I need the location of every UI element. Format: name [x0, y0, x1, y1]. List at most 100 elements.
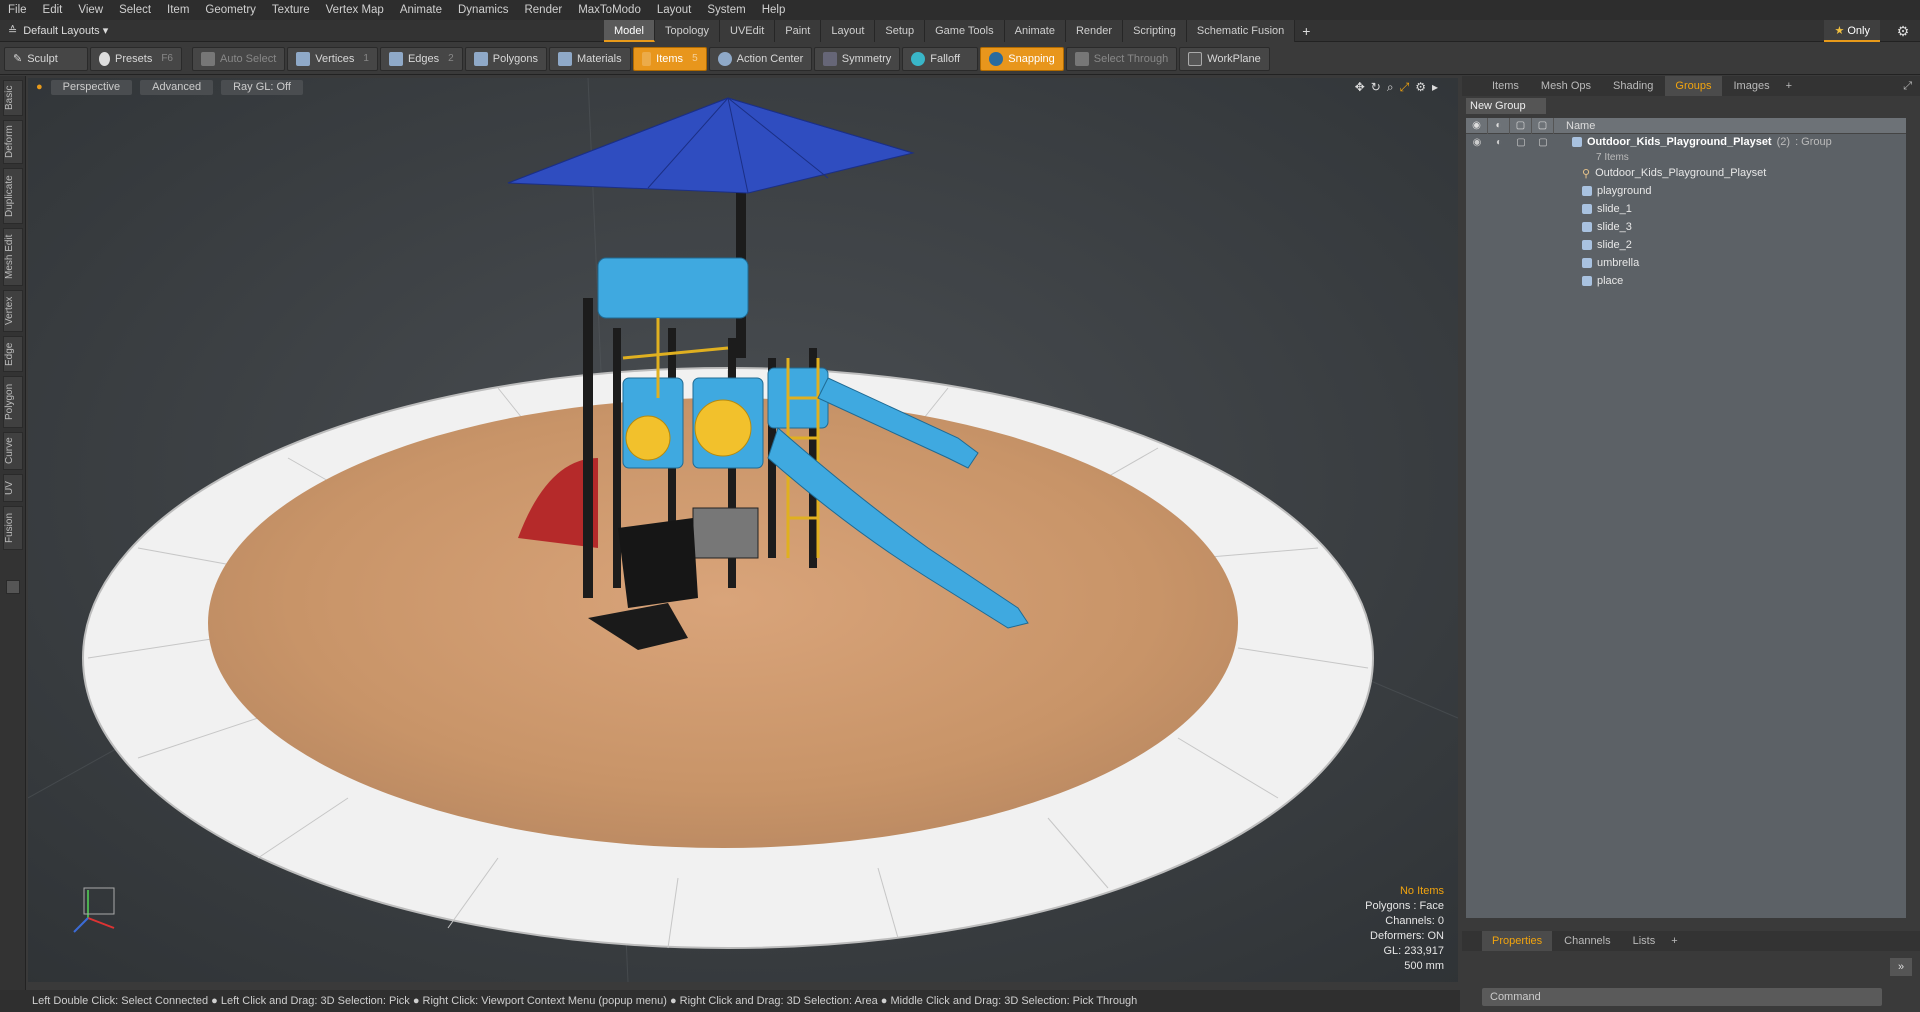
falloff-button[interactable]: Falloff [902, 46, 979, 71]
list-item[interactable]: slide_1 [1466, 200, 1906, 218]
menu-dynamics[interactable]: Dynamics [450, 0, 516, 20]
tab-game-tools[interactable]: Game Tools [925, 19, 1005, 42]
left-tab-basic[interactable]: Basic [3, 80, 23, 116]
tab-model[interactable]: Model [604, 19, 655, 42]
select-through-button[interactable]: Select Through [1065, 46, 1178, 71]
left-tab-polygon[interactable]: Polygon [3, 376, 23, 428]
list-item[interactable]: ⚲ Outdoor_Kids_Playground_Playset [1466, 164, 1906, 182]
layouts-dropdown[interactable]: Default Layouts ▾ [23, 24, 108, 37]
maximize-view-icon[interactable]: ⤢ [1400, 80, 1410, 95]
tab-lists[interactable]: Lists [1623, 931, 1666, 951]
view-more-icon[interactable]: ▸ [1432, 80, 1438, 95]
tab-images[interactable]: Images [1724, 76, 1780, 96]
tab-shading[interactable]: Shading [1603, 76, 1663, 96]
menu-view[interactable]: View [70, 0, 111, 20]
left-tab-edge[interactable]: Edge [3, 336, 23, 372]
tab-groups[interactable]: Groups [1665, 76, 1722, 96]
left-tab-curve[interactable]: Curve [3, 432, 23, 470]
menu-layout[interactable]: Layout [649, 0, 700, 20]
menu-render[interactable]: Render [516, 0, 570, 20]
menu-edit[interactable]: Edit [35, 0, 71, 20]
view-advanced-dropdown[interactable]: Advanced [140, 79, 214, 95]
view-settings-icon[interactable]: ⚙ [1415, 80, 1426, 95]
only-toggle[interactable]: ★ Only [1824, 20, 1880, 42]
menu-help[interactable]: Help [754, 0, 794, 20]
sculpt-button[interactable]: ✎ Sculpt [4, 46, 88, 71]
add-tab-icon[interactable]: + [1295, 20, 1317, 42]
left-tab-uv[interactable]: UV [3, 474, 23, 502]
menu-select[interactable]: Select [111, 0, 159, 20]
list-item[interactable]: playground [1466, 182, 1906, 200]
group-visibility-icon[interactable]: ◉ [1466, 137, 1488, 148]
viewport-3d[interactable]: ● Perspective Advanced Ray GL: Off ✥ ↻ ⌕… [28, 78, 1458, 982]
tab-schematic-fusion[interactable]: Schematic Fusion [1186, 19, 1296, 42]
menu-texture[interactable]: Texture [264, 0, 318, 20]
rotate-view-icon[interactable]: ↻ [1371, 80, 1381, 95]
left-collapse-icon[interactable] [6, 580, 20, 594]
edges-button[interactable]: Edges 2 [379, 46, 463, 71]
snapping-button[interactable]: Snapping [980, 46, 1064, 71]
add-panel-tab-icon[interactable]: + [1782, 80, 1796, 92]
presets-button[interactable]: Presets F6 [90, 46, 182, 71]
tab-channels[interactable]: Channels [1554, 931, 1620, 951]
menu-file[interactable]: File [0, 0, 35, 20]
tab-uvedit[interactable]: UVEdit [720, 19, 776, 42]
left-tab-deform[interactable]: Deform [3, 120, 23, 164]
group-lock-icon[interactable]: ▢ [1510, 137, 1532, 148]
tab-items[interactable]: Items [1482, 76, 1529, 96]
tab-properties[interactable]: Properties [1482, 931, 1553, 951]
tab-scripting[interactable]: Scripting [1123, 19, 1187, 42]
menu-geometry[interactable]: Geometry [197, 0, 264, 20]
auto-select-button[interactable]: Auto Select [192, 46, 286, 71]
tab-topology[interactable]: Topology [654, 19, 721, 42]
list-item[interactable]: place [1466, 272, 1906, 290]
menu-system[interactable]: System [699, 0, 753, 20]
menu-animate[interactable]: Animate [392, 0, 450, 20]
group-type: : Group [1795, 136, 1832, 148]
menu-vertex-map[interactable]: Vertex Map [318, 0, 392, 20]
tab-animate[interactable]: Animate [1004, 19, 1066, 42]
tab-mesh-ops[interactable]: Mesh Ops [1531, 76, 1601, 96]
viewport-menu-icon[interactable]: ● [36, 81, 43, 93]
left-tab-fusion[interactable]: Fusion [3, 506, 23, 550]
items-button[interactable]: Items 5 [632, 46, 707, 71]
tab-setup[interactable]: Setup [875, 19, 926, 42]
expand-arrows-icon[interactable]: » [1890, 958, 1912, 976]
gear-icon[interactable]: ⚙ [1894, 22, 1912, 40]
group-select-icon[interactable]: ▢ [1532, 137, 1554, 148]
symmetry-button[interactable]: Symmetry [814, 46, 901, 71]
add-bottom-tab-icon[interactable]: + [1667, 935, 1681, 947]
edges-icon [388, 51, 403, 66]
col-render-icon[interactable]: ◐ [1488, 117, 1510, 134]
group-row[interactable]: ◉ ◐ ▢ ▢ Outdoor_Kids_Playground_Playset … [1466, 134, 1906, 150]
zoom-view-icon[interactable]: ⌕ [1387, 80, 1394, 95]
ray-gl-dropdown[interactable]: Ray GL: Off [221, 79, 303, 95]
list-item[interactable]: slide_3 [1466, 218, 1906, 236]
menu-maxtomodo[interactable]: MaxToModo [570, 0, 649, 20]
list-item[interactable]: slide_2 [1466, 236, 1906, 254]
command-input[interactable]: Command [1482, 988, 1882, 1006]
list-item[interactable]: umbrella [1466, 254, 1906, 272]
layout-expand-icon[interactable]: ≙ [8, 24, 17, 37]
view-perspective-dropdown[interactable]: Perspective [50, 79, 133, 95]
left-tab-vertex[interactable]: Vertex [3, 290, 23, 332]
layouts-selector[interactable]: ≙ Default Layouts ▾ [0, 24, 600, 37]
tab-render[interactable]: Render [1065, 19, 1124, 42]
workplane-button[interactable]: WorkPlane [1179, 46, 1270, 71]
menu-item[interactable]: Item [159, 0, 197, 20]
tab-paint[interactable]: Paint [775, 19, 822, 42]
vertices-button[interactable]: Vertices 1 [287, 46, 378, 71]
move-view-icon[interactable]: ✥ [1355, 80, 1365, 95]
materials-button[interactable]: Materials [549, 46, 631, 71]
tab-layout[interactable]: Layout [821, 19, 876, 42]
col-visibility-icon[interactable]: ◉ [1466, 117, 1488, 134]
new-group-button[interactable]: New Group [1466, 98, 1546, 114]
action-center-button[interactable]: Action Center [708, 46, 813, 71]
left-tab-duplicate[interactable]: Duplicate [3, 168, 23, 224]
expand-panel-icon[interactable]: ⤢ [1903, 80, 1912, 93]
polygons-button[interactable]: Polygons [464, 46, 547, 71]
col-lock-icon[interactable]: ▢ [1510, 117, 1532, 134]
left-tab-mesh-edit[interactable]: Mesh Edit [3, 228, 23, 286]
col-select-icon[interactable]: ▢ [1532, 117, 1554, 134]
group-render-icon[interactable]: ◐ [1488, 137, 1510, 148]
